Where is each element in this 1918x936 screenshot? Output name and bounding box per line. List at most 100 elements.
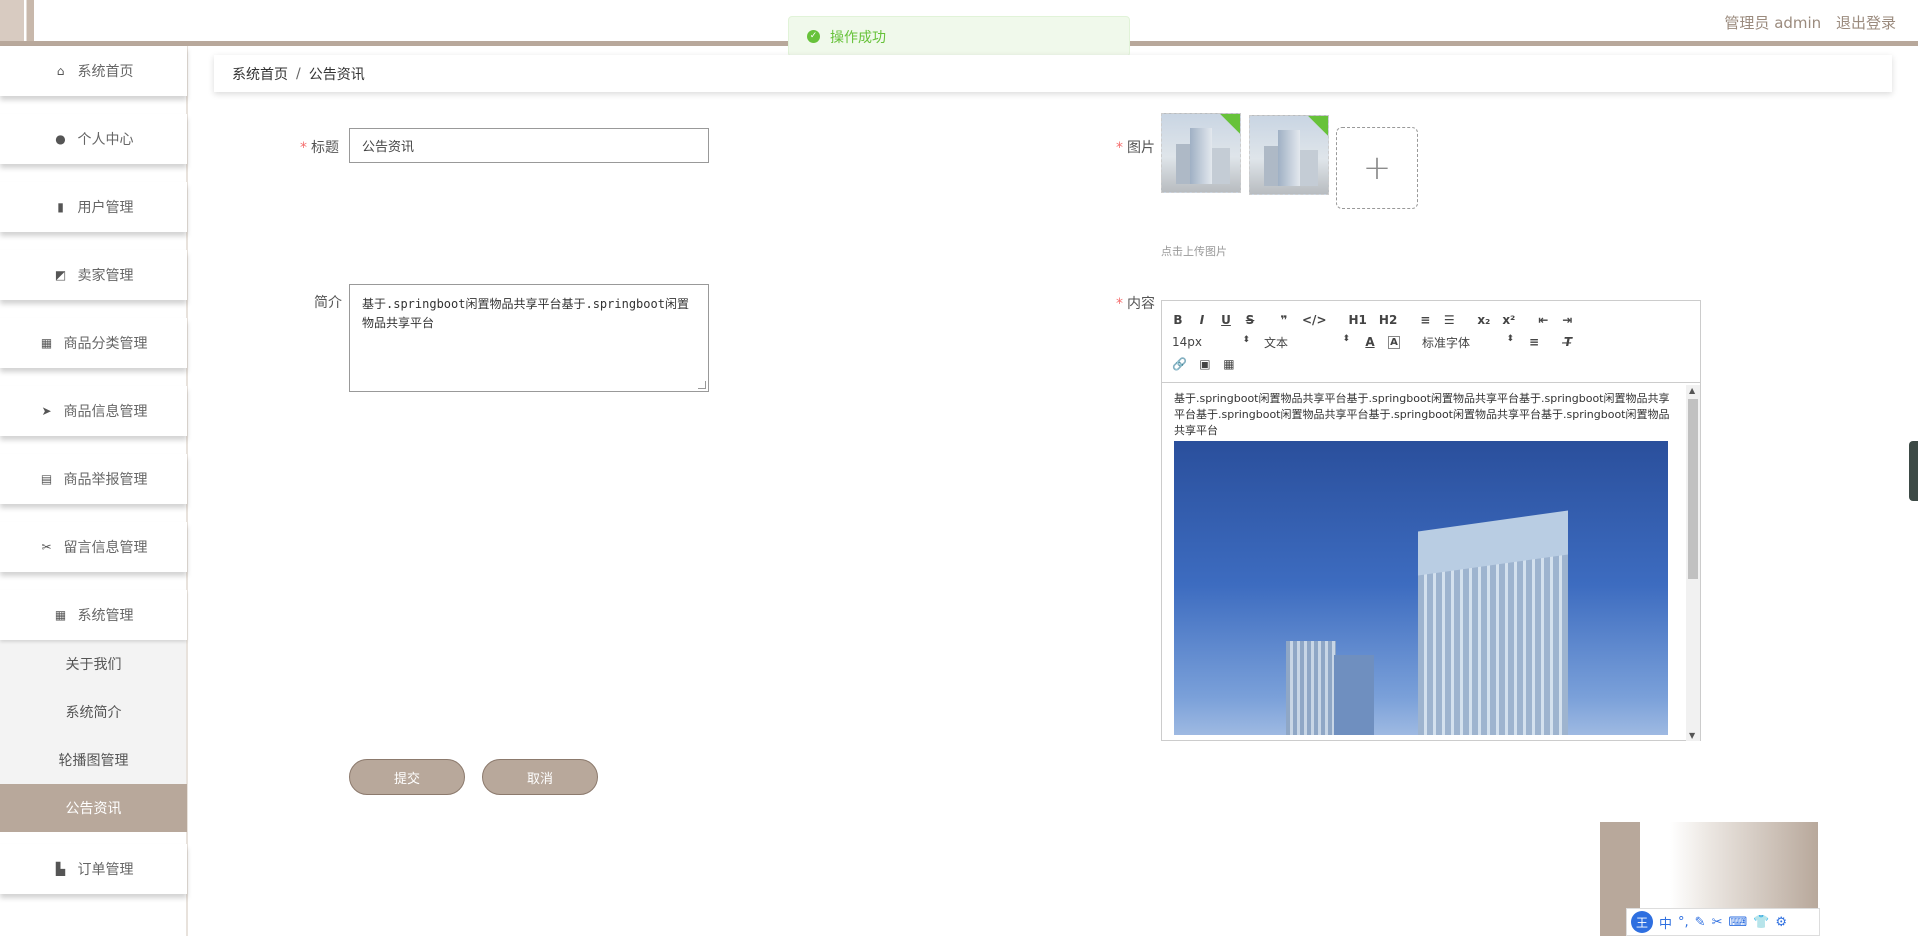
sidebar-item-label: 用户管理: [77, 200, 134, 216]
sidebar-item-system[interactable]: ▦ 系统管理: [0, 590, 187, 640]
chevron-updown-icon: ⬍: [1506, 333, 1514, 344]
font-family-select[interactable]: 标准字体 ⬍: [1422, 334, 1514, 351]
italic-icon[interactable]: I: [1196, 313, 1208, 327]
image-thumbnail[interactable]: [1249, 115, 1329, 195]
scissors-icon[interactable]: ✂: [1712, 915, 1723, 930]
side-drawer-handle[interactable]: [1909, 441, 1918, 501]
text-type-select[interactable]: 文本 ⬍: [1264, 334, 1350, 351]
title-input[interactable]: 公告资讯: [349, 128, 709, 163]
font-size-select[interactable]: 14px ⬍: [1172, 335, 1250, 349]
ticket-icon: ✂: [41, 540, 52, 554]
bullet-list-icon[interactable]: ☰: [1443, 313, 1455, 327]
resize-handle[interactable]: [698, 381, 706, 389]
scrollbar-thumb[interactable]: [1688, 399, 1698, 579]
sidebar-item-label: 商品分类管理: [63, 336, 148, 352]
sidebar-subitem-carousel[interactable]: 轮播图管理: [0, 736, 187, 784]
cart-icon: ▙: [55, 862, 66, 876]
skin-icon[interactable]: 👕: [1753, 915, 1769, 930]
chart-icon: ◩: [54, 268, 67, 282]
submit-button[interactable]: 提交: [349, 759, 465, 795]
pen-icon[interactable]: ✎: [1695, 915, 1706, 930]
sidebar-item-label: 系统首页: [77, 64, 134, 80]
image-icon[interactable]: ▣: [1199, 357, 1211, 371]
upload-image-button[interactable]: +: [1336, 127, 1418, 209]
keyboard-icon[interactable]: ⌨: [1728, 915, 1747, 930]
breadcrumb: 系统首页 / 公告资讯: [214, 55, 1892, 92]
rich-text-editor[interactable]: B I U S ❞ </> H1 H2 ≡ ☰ x₂ x² ⇤ ⇥ 14px ⬍ …: [1161, 300, 1701, 741]
toast-message: 操作成功: [830, 29, 886, 46]
success-toast: ✓ 操作成功: [788, 16, 1130, 57]
home-icon: ⌂: [56, 64, 65, 78]
sidebar-subitem-news[interactable]: 公告资讯: [0, 784, 187, 832]
sidebar-item-home[interactable]: ⌂ 系统首页: [0, 46, 187, 96]
video-icon[interactable]: ▦: [1223, 357, 1235, 371]
chevron-updown-icon: ⬍: [1242, 335, 1250, 345]
scroll-down-icon[interactable]: ▼: [1689, 731, 1695, 740]
grid-icon: ▦: [54, 608, 67, 622]
strike-icon[interactable]: S: [1244, 313, 1256, 327]
sidebar-item-reports[interactable]: ▤ 商品举报管理: [0, 454, 187, 504]
subscript-icon[interactable]: x₂: [1477, 313, 1490, 327]
bold-icon[interactable]: B: [1172, 313, 1184, 327]
sidebar-item-label: 个人中心: [77, 132, 134, 148]
plus-icon: +: [1362, 148, 1392, 188]
logo: [0, 0, 34, 41]
intro-label: 简介: [314, 295, 342, 311]
link-icon[interactable]: 🔗: [1172, 357, 1187, 371]
scroll-up-icon[interactable]: ▲: [1689, 386, 1695, 395]
heading2-icon[interactable]: H2: [1379, 313, 1397, 327]
book-icon: ▮: [57, 200, 64, 214]
settings-icon[interactable]: ⚙: [1775, 915, 1787, 930]
uploaded-check-icon: [1308, 116, 1328, 136]
breadcrumb-separator: /: [296, 65, 301, 82]
heading1-icon[interactable]: H1: [1349, 313, 1367, 327]
sidebar-item-orders[interactable]: ▙ 订单管理: [0, 844, 187, 894]
outdent-icon[interactable]: ⇤: [1537, 313, 1549, 327]
background-color-icon[interactable]: A: [1388, 335, 1400, 349]
cancel-button[interactable]: 取消: [482, 759, 598, 795]
sidebar-item-label: 商品举报管理: [63, 472, 148, 488]
chevron-updown-icon: ⬍: [1342, 333, 1350, 344]
image-thumbnail[interactable]: [1161, 113, 1241, 193]
editor-text: 基于.springboot闲置物品共享平台基于.springboot闲置物品共享…: [1174, 392, 1670, 437]
indent-icon[interactable]: ⇥: [1561, 313, 1573, 327]
ime-logo-icon[interactable]: 王: [1631, 911, 1653, 933]
intro-textarea[interactable]: 基于.springboot闲置物品共享平台基于.springboot闲置物品共享…: [349, 284, 709, 392]
check-circle-icon: ✓: [807, 30, 820, 43]
sidebar-item-label: 商品信息管理: [63, 404, 148, 420]
editor-toolbar: B I U S ❞ </> H1 H2 ≡ ☰ x₂ x² ⇤ ⇥ 14px ⬍ …: [1162, 301, 1700, 383]
editor-scrollbar[interactable]: ▲ ▼: [1686, 385, 1700, 741]
sidebar-item-categories[interactable]: ▦ 商品分类管理: [0, 318, 187, 368]
font-color-icon[interactable]: A: [1364, 335, 1376, 349]
align-icon[interactable]: ≡: [1528, 335, 1540, 349]
user-icon: ●: [55, 132, 66, 146]
ordered-list-icon[interactable]: ≡: [1419, 313, 1431, 327]
image-label: * 图片: [1116, 140, 1155, 156]
superscript-icon[interactable]: x²: [1502, 313, 1515, 327]
sidebar-item-label: 订单管理: [77, 862, 134, 878]
sidebar-subitem-about[interactable]: 关于我们: [0, 640, 187, 688]
sidebar-item-users[interactable]: ▮ 用户管理: [0, 182, 187, 232]
send-icon: ➤: [41, 404, 52, 418]
quote-icon[interactable]: ❞: [1278, 313, 1290, 327]
building-image: [1174, 441, 1668, 735]
grid-icon: ▦: [40, 336, 53, 350]
logout-link[interactable]: 退出登录: [1836, 14, 1896, 32]
punctuation-icon[interactable]: °,: [1678, 915, 1689, 930]
underline-icon[interactable]: U: [1220, 313, 1232, 327]
sidebar-item-products[interactable]: ➤ 商品信息管理: [0, 386, 187, 436]
title-label: * 标题: [300, 140, 339, 156]
sidebar-item-personal[interactable]: ● 个人中心: [0, 114, 187, 164]
sidebar-item-label: 系统管理: [77, 608, 134, 624]
code-icon[interactable]: </>: [1302, 313, 1327, 327]
sidebar-item-sellers[interactable]: ◩ 卖家管理: [0, 250, 187, 300]
breadcrumb-home[interactable]: 系统首页: [232, 64, 288, 84]
ime-language-toggle[interactable]: 中: [1659, 913, 1672, 932]
sidebar-item-label: 卖家管理: [77, 268, 134, 284]
sidebar-item-messages[interactable]: ✂ 留言信息管理: [0, 522, 187, 572]
sidebar-item-label: 留言信息管理: [63, 540, 148, 556]
editor-content[interactable]: 基于.springboot闲置物品共享平台基于.springboot闲置物品共享…: [1174, 391, 1674, 735]
uploaded-check-icon: [1220, 114, 1240, 134]
sidebar-subitem-intro[interactable]: 系统简介: [0, 688, 187, 736]
clear-format-icon[interactable]: T̶: [1562, 335, 1574, 349]
